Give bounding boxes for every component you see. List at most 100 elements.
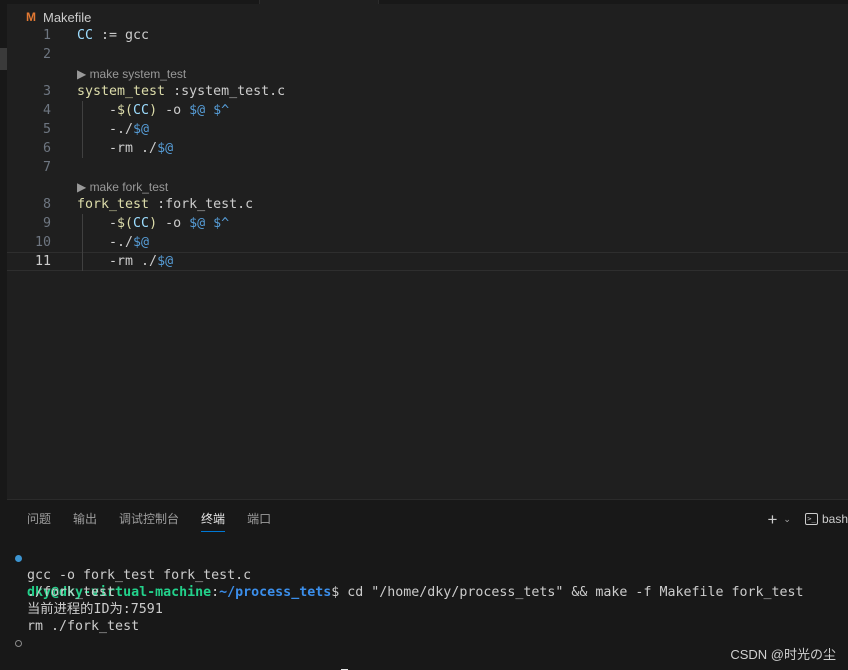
code-token: - <box>77 216 118 231</box>
code-text: -rm ./$@ <box>77 139 173 158</box>
prompt-path: ~/process_tets <box>219 585 332 600</box>
code-line[interactable]: 7 <box>7 158 848 177</box>
code-text: -rm ./$@ <box>77 253 173 270</box>
panel-tab[interactable]: 问题 <box>27 510 51 530</box>
code-token: CC <box>133 103 150 118</box>
code-line[interactable]: 6 -rm ./$@ <box>7 139 848 158</box>
code-token: CC <box>133 216 150 231</box>
code-token: $@ <box>133 235 150 250</box>
codelens-run-target[interactable]: ▶ make system_test <box>77 65 186 83</box>
indent-guide <box>82 214 83 271</box>
code-line[interactable]: 11 -rm ./$@ <box>7 252 848 271</box>
line-number: 6 <box>42 141 51 156</box>
panel-tab[interactable]: 端口 <box>247 510 271 530</box>
panel-tab[interactable]: 调试控制台 <box>119 510 179 530</box>
terminal-prompt-line: dky@dky-virtual-machine:~/process_tets$ <box>7 635 349 670</box>
editor-tab[interactable] <box>259 0 379 4</box>
vscode-window: M Makefile 1 CC := gcc 2 ▶ make system_test… <box>0 0 848 670</box>
code-token: $@ <box>189 103 206 118</box>
code-token: $^ <box>213 103 230 118</box>
prompt-status-dot-icon <box>15 640 22 647</box>
code-token: $@ <box>133 122 150 137</box>
terminal-icon: >_ <box>804 513 818 525</box>
code-token: $@ <box>189 216 206 231</box>
command-status-dot-icon[interactable] <box>15 555 22 562</box>
code-token: gcc <box>125 28 150 43</box>
code-token: CC <box>77 28 94 43</box>
line-number: 8 <box>42 197 51 212</box>
line-number: 7 <box>42 160 51 175</box>
code-token: $@ <box>157 254 174 269</box>
code-line[interactable]: 8 fork_test :fork_test.c <box>7 195 848 214</box>
code-token: fork_test.c <box>165 197 254 212</box>
panel-tab[interactable]: 终端 <box>201 510 226 532</box>
terminal-command: cd "/home/dky/process_tets" && make -f M… <box>339 585 804 600</box>
code-token: -o <box>157 103 190 118</box>
scroll-marker <box>0 48 7 70</box>
code-token: system_test.c <box>181 84 286 99</box>
code-token: := <box>93 28 126 43</box>
line-number: 1 <box>42 28 51 43</box>
line-number: 2 <box>42 47 51 62</box>
code-token: $@ <box>157 141 174 156</box>
code-token: ) <box>149 103 158 118</box>
indent-guide <box>82 101 83 158</box>
panel-tab[interactable]: 输出 <box>73 510 97 530</box>
code-line[interactable]: 3 system_test :system_test.c <box>7 82 848 101</box>
prompt-separator: : <box>211 585 220 600</box>
terminal-command-line: dky@dky-virtual-machine:~/process_tets$ … <box>7 550 804 600</box>
line-number: 10 <box>34 235 51 250</box>
code-token: $( <box>117 103 134 118</box>
code-line[interactable]: 5 -./$@ <box>7 120 848 139</box>
code-text: system_test :system_test.c <box>77 82 285 101</box>
code-token: - <box>77 235 118 250</box>
code-token: : <box>149 197 166 212</box>
activity-strip <box>0 0 7 670</box>
code-token: system_test <box>77 84 166 99</box>
codelens-run-target[interactable]: ▶ make fork_test <box>77 178 168 196</box>
code-line[interactable]: 2 <box>7 45 848 64</box>
code-editor[interactable]: 1 CC := gcc 2 ▶ make system_test 3 system_tes… <box>7 26 848 498</box>
code-token: $( <box>117 216 134 231</box>
line-number: 3 <box>42 84 51 99</box>
code-text: -./$@ <box>77 233 149 252</box>
makefile-icon: M <box>26 10 36 24</box>
code-text: -$(CC) -o $@ $^ <box>77 214 229 233</box>
breadcrumb-file-name[interactable]: Makefile <box>43 10 91 25</box>
breadcrumb[interactable]: M Makefile <box>26 8 91 26</box>
line-number: 4 <box>42 103 51 118</box>
code-token: ./ <box>117 122 134 137</box>
code-text: -./$@ <box>77 120 149 139</box>
bottom-panel: 问题 输出 调试控制台 终端 端口 + ⌄ >_ bash dky@dky-virtua… <box>7 499 848 670</box>
line-number: 9 <box>42 216 51 231</box>
panel-actions: + ⌄ >_ bash <box>767 509 848 529</box>
code-line[interactable]: 9 -$(CC) -o $@ $^ <box>7 214 848 233</box>
code-token: rm ./ <box>117 254 158 269</box>
code-token: $^ <box>213 216 230 231</box>
editor-tab-bar <box>7 0 848 4</box>
code-line[interactable]: 10 -./$@ <box>7 233 848 252</box>
code-token: - <box>77 141 118 156</box>
code-token: - <box>77 103 118 118</box>
code-line[interactable]: 4 -$(CC) -o $@ $^ <box>7 101 848 120</box>
code-token: - <box>77 122 118 137</box>
terminal-instance-button[interactable]: >_ bash <box>804 512 848 526</box>
code-line[interactable]: 1 CC := gcc <box>7 26 848 45</box>
code-token: - <box>77 254 118 269</box>
shell-label: bash <box>821 512 848 526</box>
code-text: CC := gcc <box>77 26 149 45</box>
new-terminal-icon[interactable]: + <box>767 511 777 528</box>
code-token: fork_test <box>77 197 150 212</box>
code-token: rm ./ <box>117 141 158 156</box>
watermark: CSDN @时光の尘 <box>730 647 836 662</box>
code-token: ./ <box>117 235 134 250</box>
code-token: : <box>165 84 182 99</box>
code-text: -$(CC) -o $@ $^ <box>77 101 229 120</box>
code-token: ) <box>149 216 158 231</box>
line-number: 5 <box>42 122 51 137</box>
panel-tabs: 问题 输出 调试控制台 终端 端口 <box>27 510 271 532</box>
chevron-down-icon[interactable]: ⌄ <box>783 514 791 525</box>
line-number: 11 <box>34 254 51 269</box>
